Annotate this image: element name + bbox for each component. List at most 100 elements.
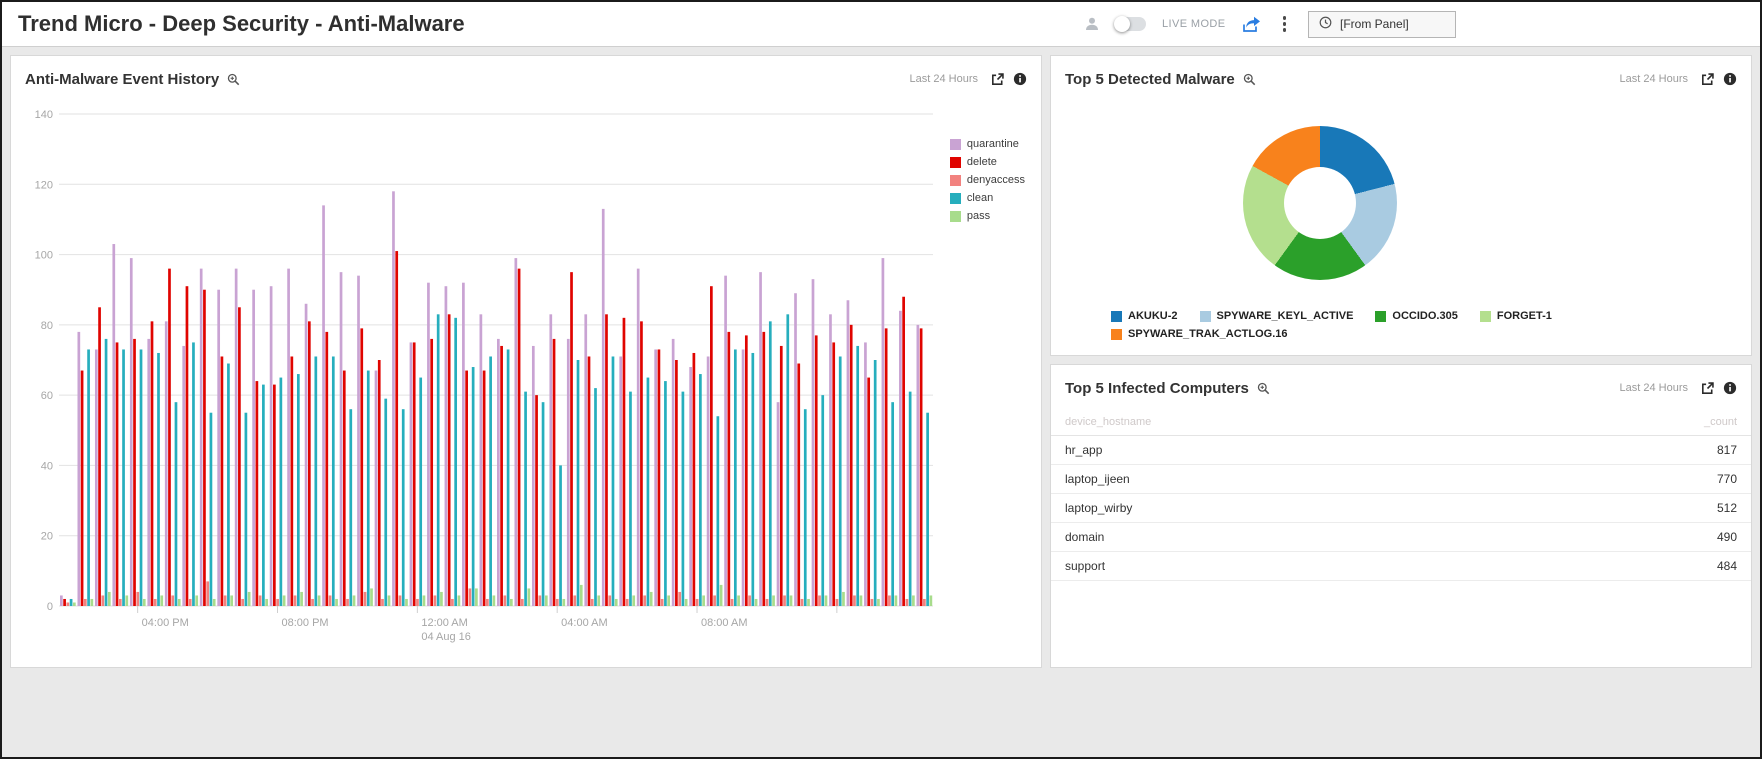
legend-label: quarantine [967,138,1019,150]
svg-text:80: 80 [41,320,53,332]
expand-icon[interactable] [990,72,1005,87]
header-controls: LIVE MODE [From Panel] [1084,11,1456,38]
expand-icon[interactable] [1700,381,1715,396]
share-icon[interactable] [1242,16,1261,33]
legend-item-forget1[interactable]: FORGET-1 [1480,310,1552,322]
panel-top-computers: Top 5 Infected Computers Last 24 Hours [1050,364,1752,668]
legend-swatch [1480,311,1491,322]
svg-text:120: 120 [35,179,53,191]
legend-item-quarantine[interactable]: quarantine [950,138,1025,150]
column-header-hostname: device_hostname [1065,416,1151,428]
hostname-cell: support [1065,559,1105,573]
expand-icon[interactable] [1700,72,1715,87]
count-cell: 490 [1717,530,1737,544]
count-cell: 770 [1717,472,1737,486]
time-range-value: [From Panel] [1340,17,1409,31]
svg-text:100: 100 [35,250,53,262]
svg-text:04:00 PM: 04:00 PM [142,617,189,629]
top-malware-time-range: Last 24 Hours [1620,73,1688,85]
top-malware-chart: AKUKU-2 SPYWARE_KEYL_ACTIVE OCCIDO.305 [1065,92,1737,340]
top-computers-header: Top 5 Infected Computers Last 24 Hours [1051,375,1751,401]
top-malware-legend: AKUKU-2 SPYWARE_KEYL_ACTIVE OCCIDO.305 [1065,310,1645,340]
count-cell: 484 [1717,559,1737,573]
hostname-cell: laptop_wirby [1065,501,1132,515]
legend-swatch [1111,329,1122,340]
svg-text:40: 40 [41,460,53,472]
legend-label: SPYWARE_TRAK_ACTLOG.16 [1128,328,1288,340]
legend-label: denyaccess [967,174,1025,186]
more-options-icon[interactable] [1277,14,1293,34]
hostname-cell: laptop_ijeen [1065,472,1130,486]
zoom-icon[interactable] [1257,382,1270,395]
legend-label: pass [967,210,990,222]
top-computers-title: Top 5 Infected Computers [1065,380,1249,397]
right-column: Top 5 Detected Malware Last 24 Hours [1050,55,1752,668]
legend-swatch [1200,311,1211,322]
top-malware-title: Top 5 Detected Malware [1065,71,1235,88]
svg-text:140: 140 [35,109,53,121]
svg-text:60: 60 [41,390,53,402]
dashboard-title: Trend Micro - Deep Security - Anti-Malwa… [18,11,465,37]
legend-label: FORGET-1 [1497,310,1552,322]
event-history-title: Anti-Malware Event History [25,71,219,88]
legend-swatch [950,139,961,150]
table-row: laptop_ijeen 770 [1051,465,1751,494]
panel-top-malware: Top 5 Detected Malware Last 24 Hours [1050,55,1752,356]
legend-item-clean[interactable]: clean [950,192,1025,204]
legend-item-spyware-trak-actlog16[interactable]: SPYWARE_TRAK_ACTLOG.16 [1111,328,1288,340]
event-history-chart: 0 20 40 60 80 100 120 140 04:00 PM 08:00 PM 12:00 … [25,98,1027,654]
zoom-icon[interactable] [227,73,240,86]
zoom-icon[interactable] [1243,73,1256,86]
column-header-count: _count [1704,416,1737,428]
legend-swatch [950,193,961,204]
legend-item-spyware-keyl-active[interactable]: SPYWARE_KEYL_ACTIVE [1200,310,1354,322]
legend-label: SPYWARE_KEYL_ACTIVE [1217,310,1354,322]
legend-label: OCCIDO.305 [1392,310,1457,322]
event-history-legend: quarantine delete denyaccess clean [950,138,1025,222]
svg-text:08:00 AM: 08:00 AM [701,617,747,629]
time-range-selector[interactable]: [From Panel] [1308,11,1456,38]
svg-text:08:00 PM: 08:00 PM [282,617,329,629]
legend-item-delete[interactable]: delete [950,156,1025,168]
table-row: domain 490 [1051,523,1751,552]
event-history-bar-canvas[interactable]: 0 20 40 60 80 100 120 140 04:00 PM 08:00 PM 12:00 … [25,98,943,654]
count-cell: 817 [1717,443,1737,457]
legend-label: AKUKU-2 [1128,310,1178,322]
clock-icon [1319,16,1332,32]
user-icon [1084,16,1100,32]
table-row: hr_app 817 [1051,436,1751,465]
legend-swatch [1111,311,1122,322]
donut-chart[interactable] [1243,126,1397,280]
info-icon[interactable] [1013,72,1027,86]
svg-text:20: 20 [41,531,53,543]
dashboard-window: Trend Micro - Deep Security - Anti-Malwa… [0,0,1762,759]
legend-swatch [950,211,961,222]
legend-item-occido305[interactable]: OCCIDO.305 [1375,310,1457,322]
live-mode-label: LIVE MODE [1162,18,1226,30]
table-row: laptop_wirby 512 [1051,494,1751,523]
legend-swatch [950,175,961,186]
info-icon[interactable] [1723,72,1737,86]
dashboard-content: Anti-Malware Event History Last 24 Hours [2,47,1760,676]
legend-item-pass[interactable]: pass [950,210,1025,222]
donut-hole [1284,167,1356,239]
hostname-cell: hr_app [1065,443,1102,457]
event-history-time-range: Last 24 Hours [910,73,978,85]
live-mode-toggle[interactable] [1116,17,1146,31]
legend-swatch [1375,311,1386,322]
table-header-row: device_hostname _count [1051,409,1751,436]
svg-text:0: 0 [47,601,53,613]
svg-text:04 Aug 16: 04 Aug 16 [421,631,471,643]
info-icon[interactable] [1723,381,1737,395]
panel-event-history: Anti-Malware Event History Last 24 Hours [10,55,1042,668]
count-cell: 512 [1717,501,1737,515]
svg-text:12:00 AM: 12:00 AM [421,617,467,629]
live-mode-toggle-knob[interactable] [1114,16,1130,32]
legend-item-akuku2[interactable]: AKUKU-2 [1111,310,1178,322]
top-malware-header: Top 5 Detected Malware Last 24 Hours [1065,66,1737,92]
table-row: support 484 [1051,552,1751,581]
hostname-cell: domain [1065,530,1104,544]
legend-swatch [950,157,961,168]
legend-item-denyaccess[interactable]: denyaccess [950,174,1025,186]
top-computers-time-range: Last 24 Hours [1620,382,1688,394]
